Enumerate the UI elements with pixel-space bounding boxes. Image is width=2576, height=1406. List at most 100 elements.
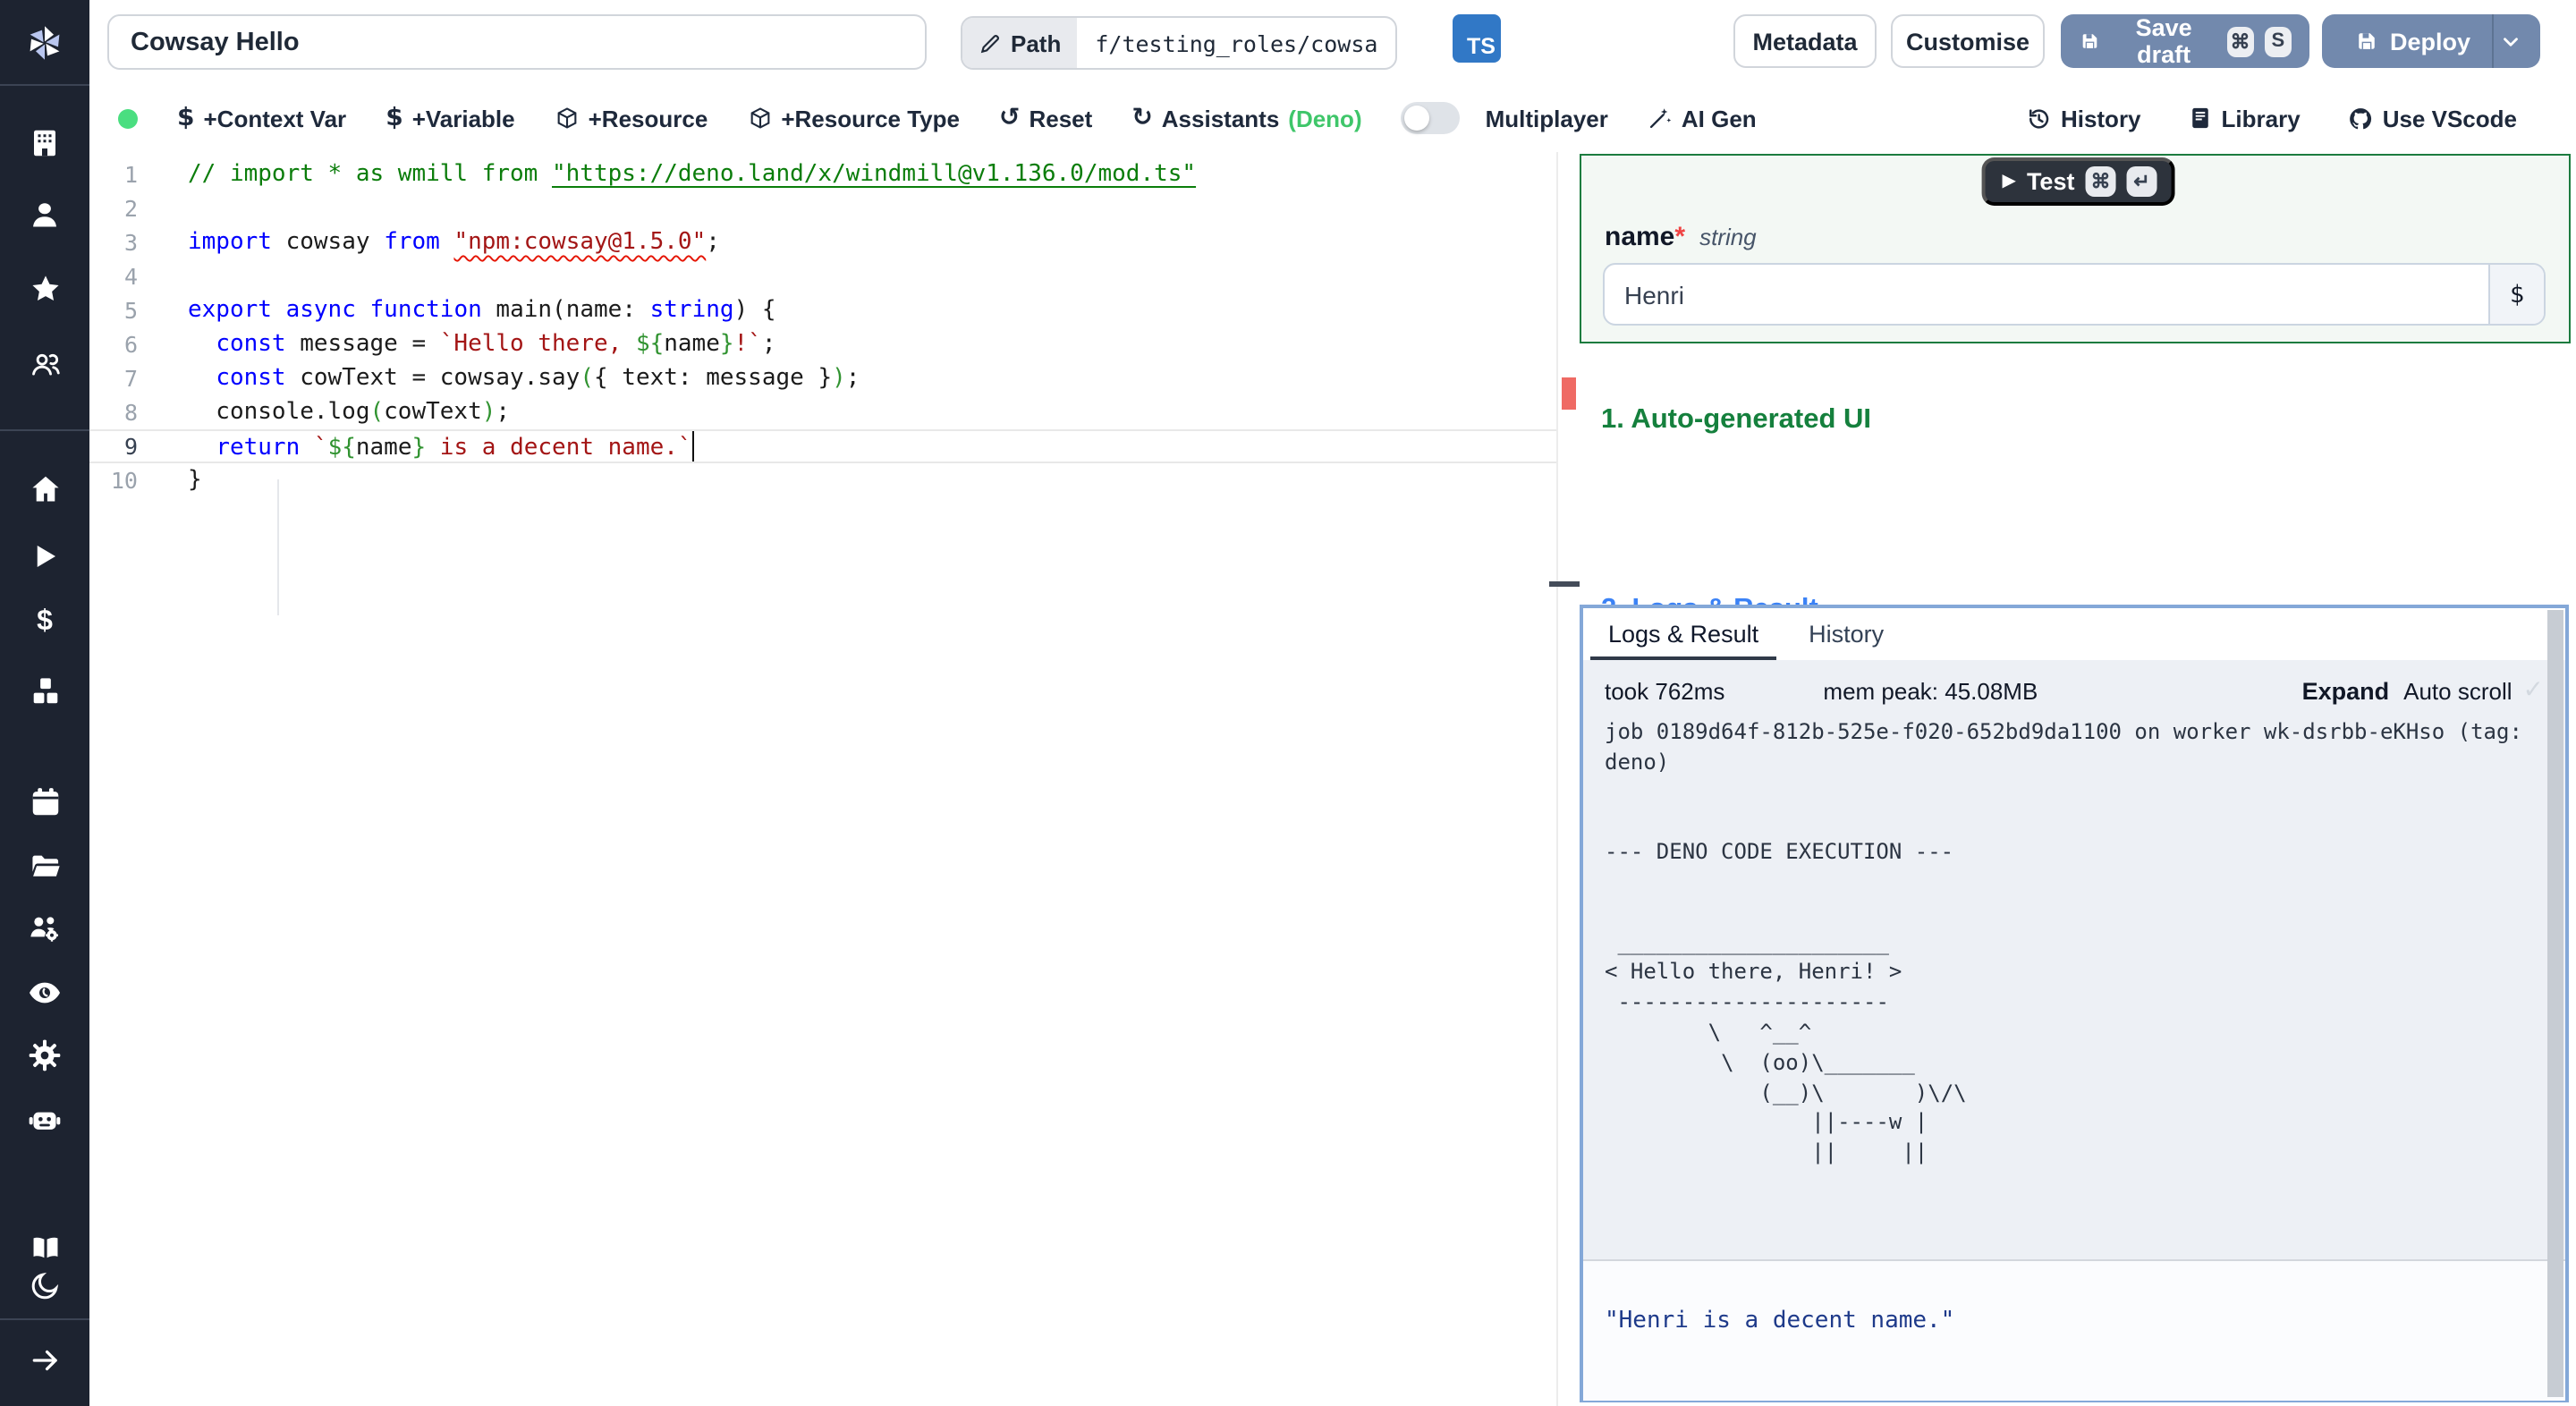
path-button[interactable]: Path f/testing_roles/cowsa bbox=[961, 16, 1398, 70]
tab-history-label: History bbox=[1809, 621, 1885, 648]
dollar-icon: $ bbox=[2509, 280, 2525, 309]
reset-button[interactable]: ↺ Reset bbox=[999, 104, 1092, 132]
ai-gen-label: AI Gen bbox=[1681, 105, 1757, 131]
customise-label: Customise bbox=[1905, 28, 2030, 55]
script-title-input[interactable] bbox=[107, 14, 927, 70]
windmill-logo[interactable] bbox=[0, 0, 89, 84]
package-icon bbox=[557, 107, 577, 129]
sidebar-item-variables[interactable]: $ bbox=[0, 606, 89, 639]
code-line: 4 bbox=[123, 263, 138, 290]
sidebar-item-docs[interactable] bbox=[0, 1231, 89, 1263]
save-draft-label: Save draft bbox=[2135, 14, 2192, 68]
sidebar-divider bbox=[0, 1318, 89, 1320]
code-line: 3 import cowsay from "npm:cowsay@1.5.0"; bbox=[123, 229, 720, 256]
log-text: job 0189d64f-812b-525e-f020-652bd9da1100… bbox=[1605, 719, 2522, 1165]
book-open-icon bbox=[32, 1236, 57, 1258]
add-context-var-button[interactable]: $ +Context Var bbox=[177, 104, 346, 132]
history-button[interactable]: History bbox=[2025, 105, 2141, 131]
chevron-down-icon bbox=[2504, 37, 2519, 46]
right-panel: name* string $ ▶ Test ⌘ ↵ 1. Auto-genera… bbox=[1580, 152, 2576, 1406]
add-resource-label: +Resource bbox=[588, 105, 708, 131]
reset-icon: ↺ bbox=[999, 104, 1021, 132]
pencil-icon bbox=[980, 33, 1000, 53]
sidebar-item-resources[interactable] bbox=[0, 674, 89, 707]
robot-icon bbox=[29, 1112, 61, 1130]
sidebar: $ bbox=[0, 0, 89, 1406]
arg-name-text: name bbox=[1605, 222, 1675, 252]
sidebar-item-groups[interactable] bbox=[0, 347, 89, 379]
expand-button[interactable]: Expand bbox=[2302, 677, 2390, 704]
customise-button[interactable]: Customise bbox=[1891, 14, 2045, 68]
assistants-button[interactable]: ↻ Assistants (Deno) bbox=[1131, 104, 1361, 132]
use-vscode-button[interactable]: Use VScode bbox=[2347, 105, 2517, 131]
metadata-button[interactable]: Metadata bbox=[1733, 14, 1877, 68]
logs-scrollbar[interactable] bbox=[2547, 610, 2563, 1397]
refresh-icon: ↻ bbox=[1131, 104, 1153, 132]
test-label: Test bbox=[2026, 168, 2075, 195]
overview-ruler[interactable] bbox=[1549, 152, 1580, 1406]
code-lines: 1// import * as wmill from "https://deno… bbox=[89, 152, 1558, 1406]
save-icon bbox=[2359, 33, 2375, 49]
insert-variable-button[interactable]: $ bbox=[2488, 265, 2544, 324]
deploy-label: Deploy bbox=[2390, 28, 2471, 55]
dollar-icon: $ bbox=[37, 606, 53, 637]
tab-history[interactable]: History bbox=[1784, 608, 1909, 660]
deploy-main[interactable]: Deploy bbox=[2333, 28, 2492, 55]
code-line: 1// import * as wmill from "https://deno… bbox=[123, 161, 1197, 188]
arg-name-input[interactable] bbox=[1605, 265, 2488, 324]
building-icon bbox=[34, 130, 55, 157]
sidebar-item-workspace[interactable] bbox=[0, 127, 89, 159]
sidebar-item-runs[interactable] bbox=[0, 540, 89, 572]
play-icon bbox=[37, 546, 55, 567]
history-clock-icon bbox=[2029, 108, 2049, 128]
multiplayer-label: Multiplayer bbox=[1486, 105, 1608, 131]
duration-stat: took 762ms bbox=[1605, 677, 1725, 704]
deploy-dropdown-button[interactable] bbox=[2493, 30, 2529, 53]
ai-gen-button[interactable]: AI Gen bbox=[1648, 105, 1757, 131]
sidebar-item-settings[interactable] bbox=[0, 1039, 89, 1071]
calendar-icon bbox=[31, 787, 58, 815]
check-icon: ✓ bbox=[2522, 676, 2544, 705]
add-resource-type-button[interactable]: +Resource Type bbox=[747, 105, 960, 131]
multiplayer-text: Multiplayer bbox=[1485, 105, 1608, 131]
save-draft-button[interactable]: Save draft ⌘ S bbox=[2061, 14, 2309, 68]
autoscroll-toggle[interactable]: Auto scroll bbox=[2403, 677, 2512, 704]
star-icon bbox=[31, 275, 58, 300]
dollar-icon: $ bbox=[177, 104, 195, 132]
result-area: "Henri is a decent name." bbox=[1583, 1259, 2565, 1401]
use-vscode-label: Use VScode bbox=[2382, 105, 2517, 131]
test-button[interactable]: ▶ Test ⌘ ↵ bbox=[1980, 157, 2175, 206]
gear-icon bbox=[29, 1039, 61, 1071]
sidebar-item-theme[interactable] bbox=[0, 1270, 89, 1302]
sidebar-item-schedules[interactable] bbox=[0, 785, 89, 817]
code-line: 10} bbox=[110, 467, 202, 494]
arg-name-label: name* bbox=[1605, 222, 1685, 252]
code-editor[interactable]: 1// import * as wmill from "https://deno… bbox=[89, 152, 1580, 1406]
sidebar-item-audit[interactable] bbox=[0, 977, 89, 1009]
enter-key-badge: ↵ bbox=[2126, 166, 2157, 197]
path-label: Path bbox=[1011, 30, 1062, 56]
sidebar-item-home[interactable] bbox=[0, 472, 89, 504]
deploy-button[interactable]: Deploy bbox=[2322, 14, 2540, 68]
package-icon bbox=[750, 107, 769, 129]
library-button[interactable]: Library bbox=[2188, 105, 2301, 131]
sidebar-expand-button[interactable] bbox=[0, 1343, 89, 1376]
user-group-gear-icon bbox=[30, 917, 58, 942]
add-resource-button[interactable]: +Resource bbox=[555, 105, 708, 131]
add-variable-button[interactable]: $ +Variable bbox=[386, 104, 514, 132]
sidebar-item-user[interactable] bbox=[0, 199, 89, 231]
assistants-lang-label: (Deno) bbox=[1288, 105, 1362, 131]
sidebar-item-folders[interactable] bbox=[0, 850, 89, 882]
tab-logs-result-label: Logs & Result bbox=[1608, 621, 1759, 648]
top-bar: Path f/testing_roles/cowsa TS Metadata C… bbox=[89, 0, 2576, 86]
tab-logs-result[interactable]: Logs & Result bbox=[1583, 608, 1784, 660]
sidebar-item-favorites[interactable] bbox=[0, 272, 89, 304]
dollar-icon: $ bbox=[386, 104, 403, 132]
sidebar-item-workers[interactable] bbox=[0, 912, 89, 944]
cubes-icon bbox=[32, 677, 57, 703]
toolbar-right: History Library Use VScode bbox=[2025, 105, 2576, 131]
arg-type-label: string bbox=[1699, 224, 1757, 250]
sidebar-item-worker-groups[interactable] bbox=[0, 1104, 89, 1136]
windmill-logo-icon bbox=[30, 25, 60, 59]
multiplayer-toggle[interactable] bbox=[1401, 102, 1461, 134]
